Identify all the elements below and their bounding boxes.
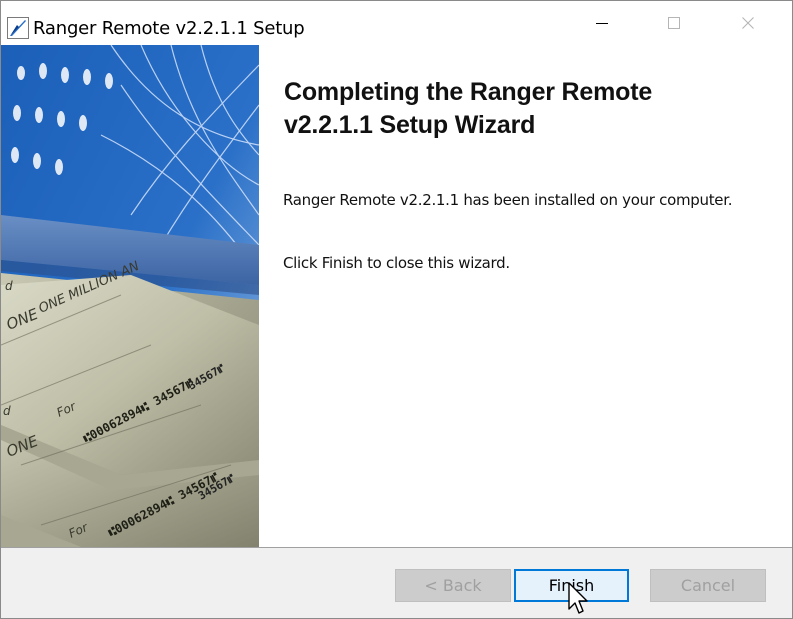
button-bar: < Back Finish Cancel <box>1 548 792 618</box>
installed-message: Ranger Remote v2.2.1.1 has been installe… <box>283 191 733 209</box>
maximize-button[interactable] <box>637 1 711 45</box>
page-title-line2: v2.2.1.1 Setup Wizard <box>284 111 536 139</box>
check-symbol-2: d <box>3 404 11 418</box>
title-bar[interactable]: Ranger Remote v2.2.1.1 Setup <box>1 1 792 45</box>
minimize-button[interactable] <box>565 1 639 45</box>
maximize-icon <box>668 17 680 29</box>
setup-app-icon <box>7 17 29 39</box>
close-button[interactable] <box>711 1 785 45</box>
cancel-button[interactable]: Cancel <box>650 569 766 602</box>
finish-button[interactable]: Finish <box>514 569 629 602</box>
checks-banner-image: ONE ONE MILLION AN ONE For For d d ⑆0006… <box>1 45 259 547</box>
minimize-icon <box>596 23 608 24</box>
close-icon <box>742 17 754 29</box>
setup-window: Ranger Remote v2.2.1.1 Setup ONE ONE MIL… <box>0 0 793 619</box>
window-title: Ranger Remote v2.2.1.1 Setup <box>33 18 305 39</box>
wizard-content: ONE ONE MILLION AN ONE For For d d ⑆0006… <box>1 45 792 547</box>
page-title-line1: Completing the Ranger Remote <box>284 78 653 106</box>
checks-banner-svg: ONE ONE MILLION AN ONE For For d d ⑆0006… <box>1 45 259 547</box>
check-symbol: d <box>5 279 13 293</box>
page-title: Completing the Ranger Remote v2.2.1.1 Se… <box>284 76 764 142</box>
finish-instruction: Click Finish to close this wizard. <box>283 254 510 272</box>
back-button[interactable]: < Back <box>395 569 511 602</box>
